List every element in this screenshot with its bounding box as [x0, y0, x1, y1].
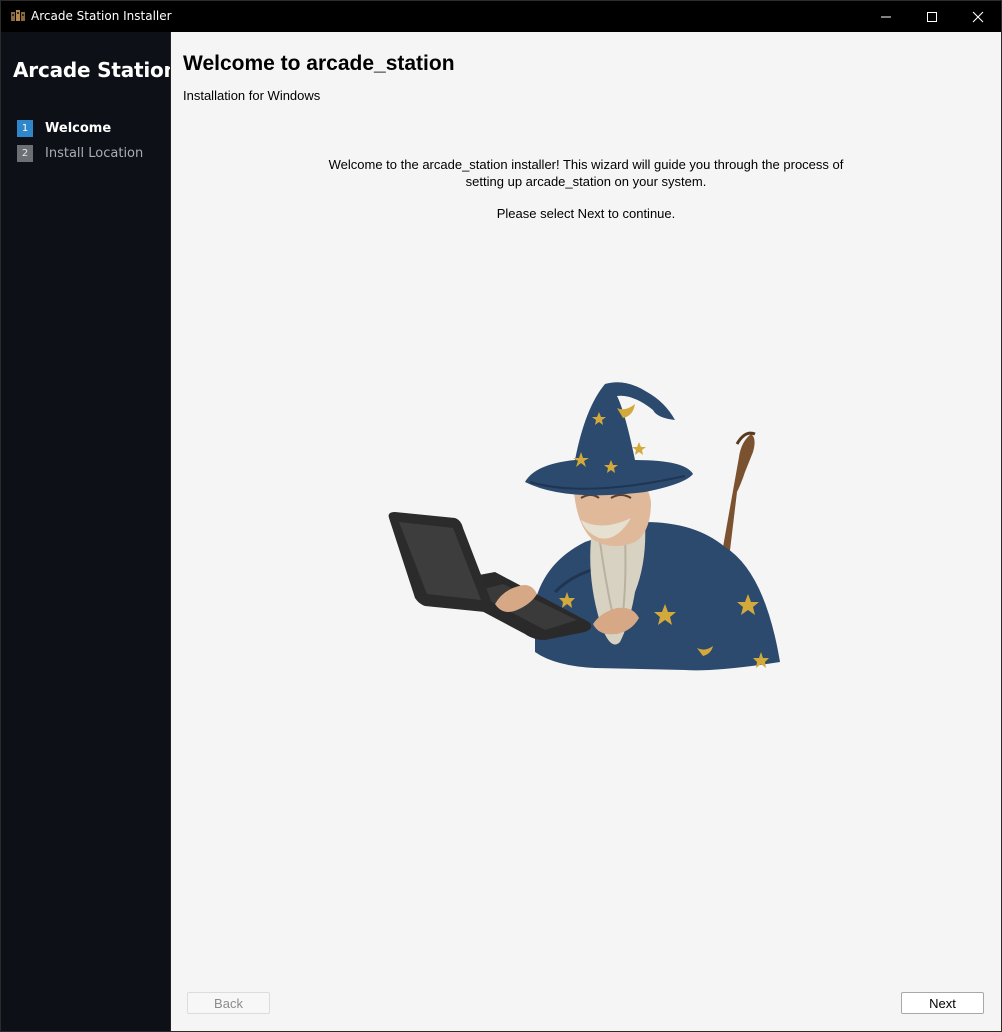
main-content: Welcome to arcade_station Installation f… [170, 32, 1001, 1031]
installer-window: Arcade Station Installer Arcade Station … [0, 0, 1002, 1032]
sidebar: Arcade Station 1 Welcome 2 Install Locat… [1, 32, 178, 1031]
back-button[interactable]: Back [187, 992, 270, 1014]
sidebar-step-install-location: 2 Install Location [17, 144, 143, 162]
step-label: Install Location [45, 145, 144, 161]
sidebar-brand: Arcade Station [13, 58, 178, 82]
minimize-icon [881, 16, 891, 17]
step-number: 2 [17, 144, 33, 162]
title-bar[interactable]: Arcade Station Installer [1, 1, 1001, 32]
wizard-illustration [388, 382, 780, 671]
maximize-icon [927, 11, 937, 22]
sidebar-step-welcome: 1 Welcome [17, 119, 111, 137]
app-icon [10, 9, 26, 23]
next-button[interactable]: Next [901, 992, 984, 1014]
window-title: Arcade Station Installer [31, 9, 172, 23]
step-number: 1 [17, 119, 33, 137]
continue-text: Please select Next to continue. [496, 206, 676, 221]
step-label: Welcome [45, 120, 112, 136]
close-icon [972, 11, 984, 22]
page-title: Welcome to arcade_station [183, 52, 455, 75]
page-subtitle: Installation for Windows [183, 88, 321, 103]
intro-text: Welcome to the arcade_station installer!… [328, 157, 844, 189]
minimize-button[interactable] [863, 1, 909, 32]
close-button[interactable] [955, 1, 1001, 32]
maximize-button[interactable] [909, 1, 955, 32]
